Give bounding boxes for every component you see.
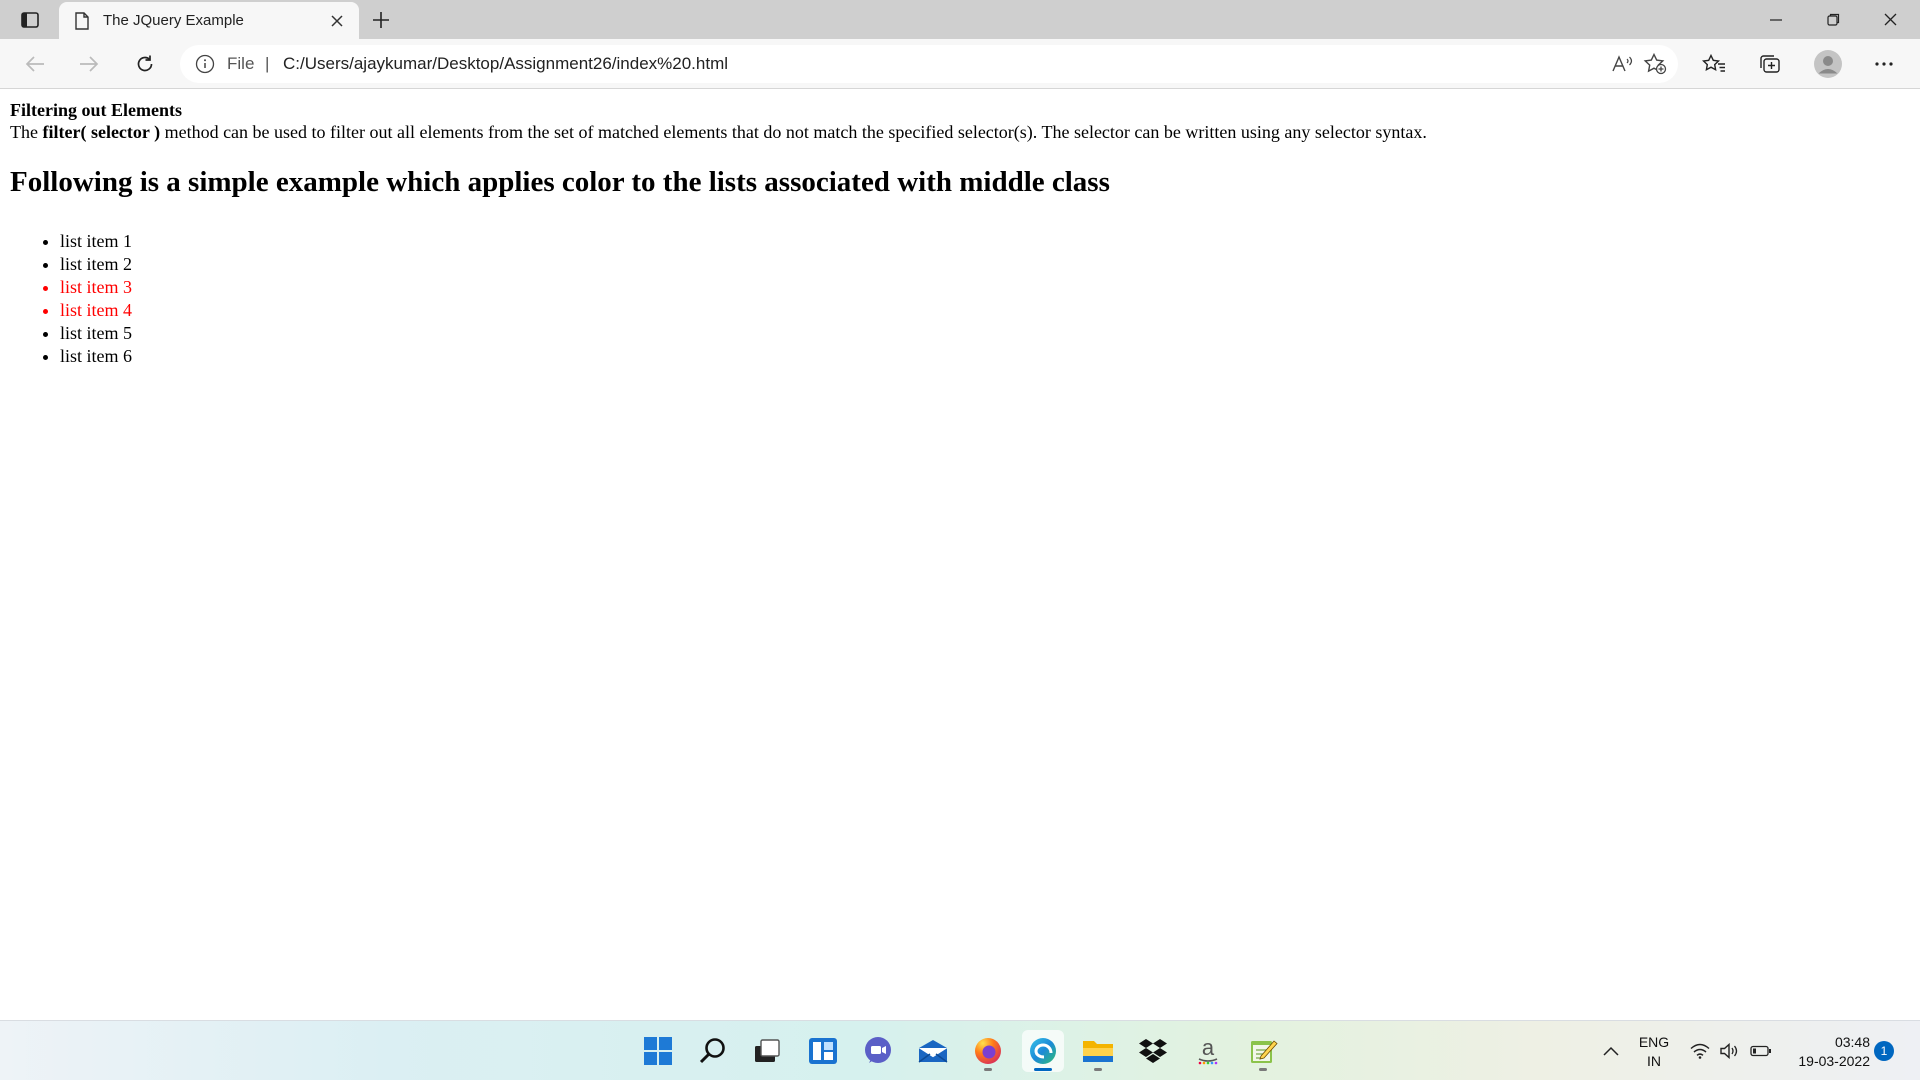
page-content: Filtering out Elements The filter( selec… — [0, 90, 1920, 1020]
region-code: IN — [1647, 1053, 1661, 1069]
refresh-icon[interactable] — [127, 47, 163, 81]
tab-title: The JQuery Example — [103, 12, 244, 29]
tab-strip: The JQuery Example — [0, 0, 1920, 39]
svg-text:a: a — [1202, 1036, 1215, 1060]
notepad-icon[interactable] — [1242, 1030, 1284, 1072]
taskbar: a ENG IN 03:48 19-03-2022 1 — [0, 1020, 1920, 1080]
edge-icon[interactable] — [1022, 1030, 1064, 1072]
example-heading: Following is a simple example which appl… — [10, 166, 1110, 198]
page-icon — [73, 11, 91, 31]
language-code: ENG — [1638, 1034, 1670, 1050]
info-icon[interactable] — [195, 54, 215, 74]
page-description: The filter( selector ) method can be use… — [10, 122, 1427, 143]
wifi-icon[interactable] — [1687, 1021, 1713, 1080]
teams-chat-icon[interactable] — [857, 1030, 899, 1072]
browser-toolbar: File | C:/Users/ajaykumar/Desktop/Assign… — [0, 39, 1920, 89]
description-suffix: method can be used to filter out all ele… — [164, 122, 1427, 142]
widgets-icon[interactable] — [802, 1030, 844, 1072]
tab-actions-icon[interactable] — [14, 6, 46, 34]
running-indicator — [1094, 1068, 1102, 1071]
close-icon[interactable] — [325, 9, 349, 33]
restore-icon[interactable] — [1805, 0, 1861, 39]
clock[interactable]: 03:48 19-03-2022 — [1780, 1033, 1870, 1071]
url-text[interactable]: C:/Users/ajaykumar/Desktop/Assignment26/… — [283, 54, 728, 74]
notification-badge[interactable]: 1 — [1874, 1041, 1894, 1061]
firefox-icon[interactable] — [967, 1030, 1009, 1072]
volume-icon[interactable] — [1716, 1021, 1742, 1080]
minimize-icon[interactable] — [1748, 0, 1804, 39]
description-method: filter( selector ) — [42, 122, 161, 142]
running-indicator — [984, 1068, 992, 1071]
running-indicator — [1259, 1068, 1267, 1071]
collections-icon[interactable] — [1752, 47, 1788, 81]
mail-icon[interactable] — [912, 1030, 954, 1072]
task-view-icon[interactable] — [746, 1030, 788, 1072]
url-scheme: File — [227, 54, 255, 73]
page-title: Filtering out Elements — [10, 100, 182, 120]
description-prefix: The — [10, 122, 38, 142]
back-arrow-icon[interactable] — [17, 47, 53, 81]
battery-icon[interactable] — [1748, 1021, 1774, 1080]
item-list: list item 1 list item 2 list item 3 list… — [60, 230, 132, 368]
dropbox-icon[interactable] — [1132, 1030, 1174, 1072]
window-close-icon[interactable] — [1862, 0, 1918, 39]
plus-icon[interactable] — [366, 5, 396, 35]
forward-arrow-icon[interactable] — [71, 47, 107, 81]
list-item: list item 6 — [60, 345, 132, 368]
read-aloud-icon[interactable] — [1610, 53, 1634, 75]
profile-icon[interactable] — [1810, 47, 1846, 81]
add-favorite-icon[interactable] — [1642, 52, 1668, 76]
file-explorer-icon[interactable] — [1077, 1030, 1119, 1072]
language-indicator[interactable]: ENG IN — [1634, 1033, 1674, 1071]
search-icon[interactable] — [692, 1030, 734, 1072]
list-item-middle: list item 4 — [60, 299, 132, 322]
list-item: list item 1 — [60, 230, 132, 253]
clock-time: 03:48 — [1834, 1034, 1870, 1050]
active-indicator — [1034, 1068, 1052, 1071]
url-separator: | — [265, 54, 270, 73]
browser-tab[interactable]: The JQuery Example — [59, 2, 359, 39]
address-bar[interactable]: File | C:/Users/ajaykumar/Desktop/Assign… — [180, 45, 1678, 83]
windows-start-icon[interactable] — [637, 1030, 679, 1072]
show-hidden-icons-icon[interactable] — [1598, 1021, 1624, 1080]
list-item: list item 2 — [60, 253, 132, 276]
favorites-icon[interactable] — [1696, 47, 1732, 81]
list-item-middle: list item 3 — [60, 276, 132, 299]
clock-date: 19-03-2022 — [1798, 1053, 1870, 1069]
more-icon[interactable] — [1866, 47, 1902, 81]
amazon-icon[interactable]: a — [1187, 1030, 1229, 1072]
list-item: list item 5 — [60, 322, 132, 345]
